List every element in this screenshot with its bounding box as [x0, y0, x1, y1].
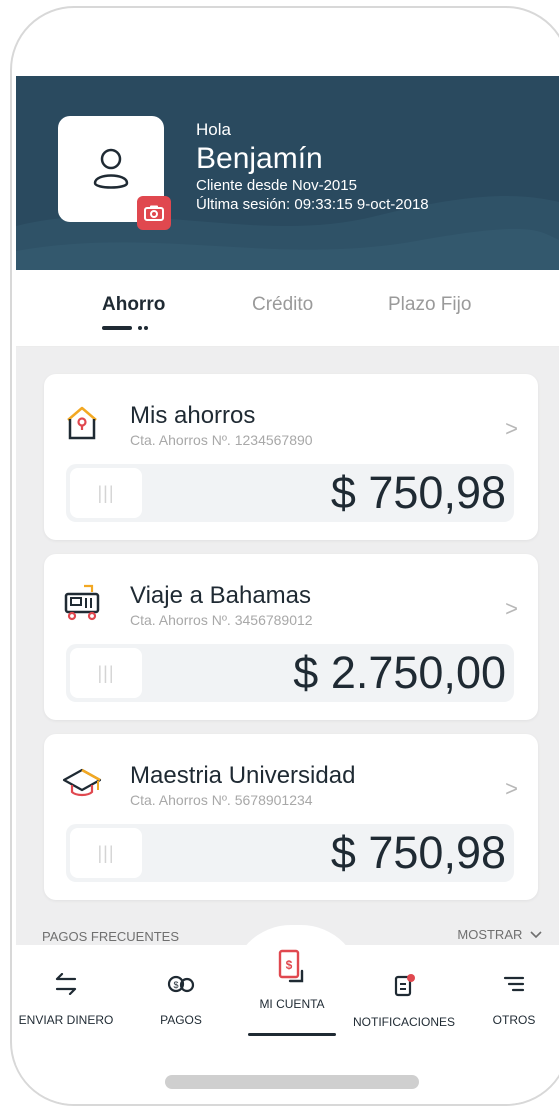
tab-ahorro[interactable]: Ahorro: [102, 294, 165, 316]
account-number: Cta. Ahorros Nº. 1234567890: [130, 432, 313, 448]
account-number: Cta. Ahorros Nº. 5678901234: [130, 792, 313, 808]
camera-icon: [144, 205, 164, 221]
active-tab-indicator: [102, 326, 150, 330]
account-balance: $ 2.750,00: [293, 647, 506, 698]
nav-label: ENVIAR DINERO: [18, 1013, 114, 1027]
frequent-payments-label: PAGOS FRECUENTES: [42, 929, 180, 944]
show-toggle[interactable]: MOSTRAR: [457, 927, 542, 942]
notifications-icon: [394, 974, 415, 997]
chevron-down-icon: [530, 931, 542, 939]
account-card[interactable]: Mis ahorros Cta. Ahorros Nº. 1234567890 …: [44, 374, 538, 540]
nav-notificaciones[interactable]: NOTIFICACIONES: [350, 973, 458, 1029]
user-name: Benjamín: [196, 142, 323, 175]
coins-icon: $: [167, 975, 195, 993]
account-phone-icon: $: [278, 949, 304, 983]
svg-text:$: $: [286, 958, 293, 972]
active-nav-indicator: [248, 1033, 336, 1036]
tab-credito[interactable]: Crédito: [252, 294, 313, 316]
nav-enviar-dinero[interactable]: ENVIAR DINERO: [18, 973, 114, 1027]
slider-handle[interactable]: |||: [70, 468, 142, 518]
luggage-icon: [64, 584, 100, 621]
change-photo-button[interactable]: [137, 196, 171, 230]
svg-text:$: $: [173, 980, 178, 990]
nav-otros[interactable]: OTROS: [484, 973, 544, 1027]
account-title: Viaje a Bahamas: [130, 582, 312, 609]
bottom-panel: PAGOS FRECUENTES MOSTRAR ENVIAR DINERO $…: [16, 911, 559, 1104]
nav-pagos[interactable]: $ PAGOS: [146, 973, 216, 1027]
user-icon: [93, 148, 129, 189]
balance-slider[interactable]: ||| $ 750,98: [66, 464, 514, 522]
show-label: MOSTRAR: [457, 927, 523, 942]
balance-slider[interactable]: ||| $ 750,98: [66, 824, 514, 882]
nav-mi-cuenta[interactable]: $ MI CUENTA: [252, 949, 332, 1011]
nav-label: MI CUENTA: [259, 997, 325, 1011]
app-screen: Hola Benjamín Cliente desde Nov-2015 Últ…: [16, 8, 559, 1104]
account-card[interactable]: Viaje a Bahamas Cta. Ahorros Nº. 3456789…: [44, 554, 538, 720]
house-icon: [67, 406, 97, 440]
tab-plazo-fijo[interactable]: Plazo Fijo: [388, 294, 471, 316]
balance-slider[interactable]: ||| $ 2.750,00: [66, 644, 514, 702]
slider-handle[interactable]: |||: [70, 648, 142, 698]
account-type-tabs: Ahorro Crédito Plazo Fijo: [16, 270, 559, 347]
accounts-list: Mis ahorros Cta. Ahorros Nº. 1234567890 …: [16, 347, 559, 917]
account-balance: $ 750,98: [330, 827, 506, 878]
account-balance: $ 750,98: [330, 467, 506, 518]
chevron-right-icon[interactable]: >: [505, 416, 518, 442]
client-since: Cliente desde Nov-2015: [196, 177, 357, 194]
account-title: Mis ahorros: [130, 402, 256, 429]
menu-lines-icon: [503, 976, 525, 992]
nav-label: NOTIFICACIONES: [352, 1015, 455, 1029]
chevron-right-icon[interactable]: >: [505, 596, 518, 622]
home-indicator[interactable]: [165, 1075, 419, 1089]
account-card[interactable]: Maestria Universidad Cta. Ahorros Nº. 56…: [44, 734, 538, 900]
transfer-arrows-icon: [55, 973, 77, 995]
profile-header: Hola Benjamín Cliente desde Nov-2015 Últ…: [16, 76, 559, 270]
chevron-right-icon[interactable]: >: [505, 776, 518, 802]
greeting-text: Hola: [196, 120, 231, 139]
phone-frame: Hola Benjamín Cliente desde Nov-2015 Últ…: [10, 6, 559, 1106]
greeting-block: Hola Benjamín Cliente desde Nov-2015 Últ…: [196, 120, 429, 214]
nav-label: OTROS: [492, 1013, 536, 1027]
graduation-cap-icon: [62, 768, 102, 797]
nav-label: PAGOS: [160, 1013, 202, 1027]
account-title: Maestria Universidad: [130, 762, 356, 789]
slider-handle[interactable]: |||: [70, 828, 142, 878]
account-number: Cta. Ahorros Nº. 3456789012: [130, 612, 313, 628]
last-session: Última sesión: 09:33:15 9-oct-2018: [196, 196, 429, 213]
